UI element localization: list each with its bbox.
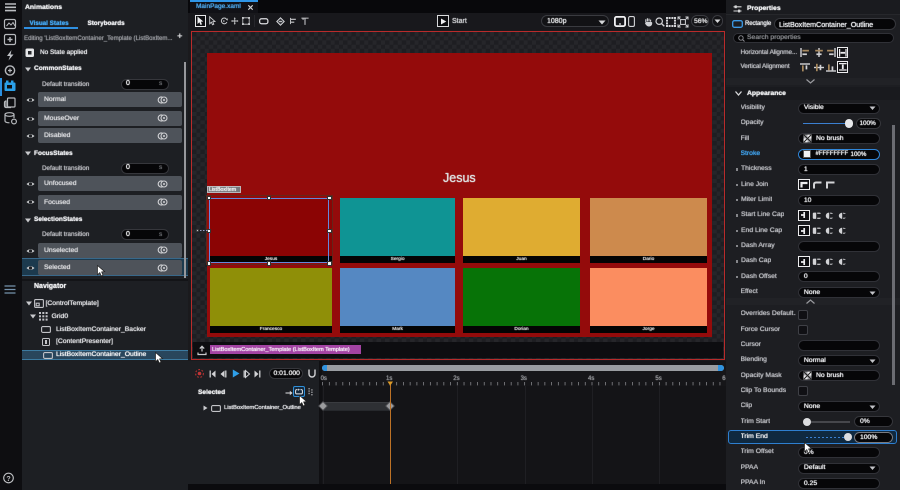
svg-text:?: ? xyxy=(6,476,10,483)
